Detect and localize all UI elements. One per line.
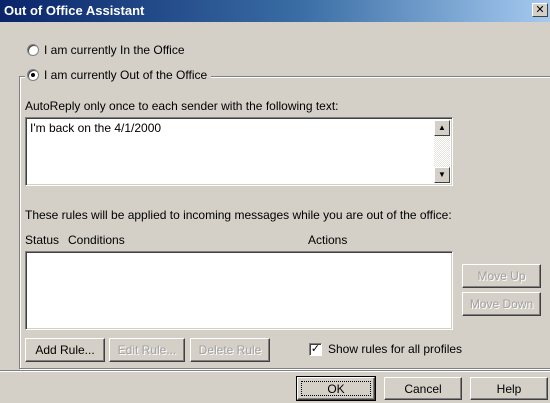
autoreply-textarea[interactable]: I'm back on the 4/1/2000 ▲ ▼ — [25, 117, 453, 186]
out-office-label: I am currently Out of the Office — [44, 68, 208, 82]
out-office-radio[interactable] — [27, 69, 39, 81]
autoreply-scrollbar[interactable]: ▲ ▼ — [434, 120, 450, 183]
show-all-profiles-option[interactable]: ✓ Show rules for all profiles — [309, 342, 462, 356]
scroll-up-icon[interactable]: ▲ — [434, 120, 450, 136]
title-bar[interactable]: Out of Office Assistant ✕ — [0, 0, 550, 22]
out-of-office-dialog: Out of Office Assistant ✕ I am currently… — [0, 0, 550, 403]
show-all-profiles-label: Show rules for all profiles — [328, 342, 463, 356]
window-title: Out of Office Assistant — [4, 3, 145, 18]
show-all-profiles-checkbox[interactable]: ✓ — [309, 342, 322, 356]
close-icon[interactable]: ✕ — [532, 3, 548, 17]
column-header-conditions: Conditions — [68, 233, 125, 247]
edit-rule-button[interactable]: Edit Rule... — [109, 338, 185, 362]
column-header-actions: Actions — [308, 233, 348, 247]
add-rule-button[interactable]: Add Rule... — [25, 338, 105, 362]
help-button[interactable]: Help — [470, 377, 548, 400]
autoreply-text: I'm back on the 4/1/2000 — [30, 121, 162, 135]
ok-button[interactable]: OK — [296, 376, 376, 401]
autoreply-label: AutoReply only once to each sender with … — [25, 99, 339, 113]
move-down-button[interactable]: Move Down — [462, 292, 541, 316]
cancel-button[interactable]: Cancel — [384, 377, 462, 400]
in-office-radio[interactable] — [27, 44, 39, 56]
separator — [0, 370, 550, 372]
scroll-down-icon[interactable]: ▼ — [434, 167, 450, 183]
column-header-status: Status — [25, 233, 60, 247]
rules-description: These rules will be applied to incoming … — [25, 208, 452, 222]
rules-list[interactable] — [25, 251, 453, 330]
focus-rect — [301, 381, 371, 396]
in-office-radio-option[interactable]: I am currently In the Office — [27, 43, 185, 57]
scroll-track[interactable] — [434, 136, 450, 167]
in-office-label: I am currently In the Office — [44, 43, 185, 57]
move-up-button[interactable]: Move Up — [462, 264, 541, 288]
delete-rule-button[interactable]: Delete Rule — [190, 338, 270, 362]
out-office-radio-option[interactable]: I am currently Out of the Office — [25, 68, 212, 82]
